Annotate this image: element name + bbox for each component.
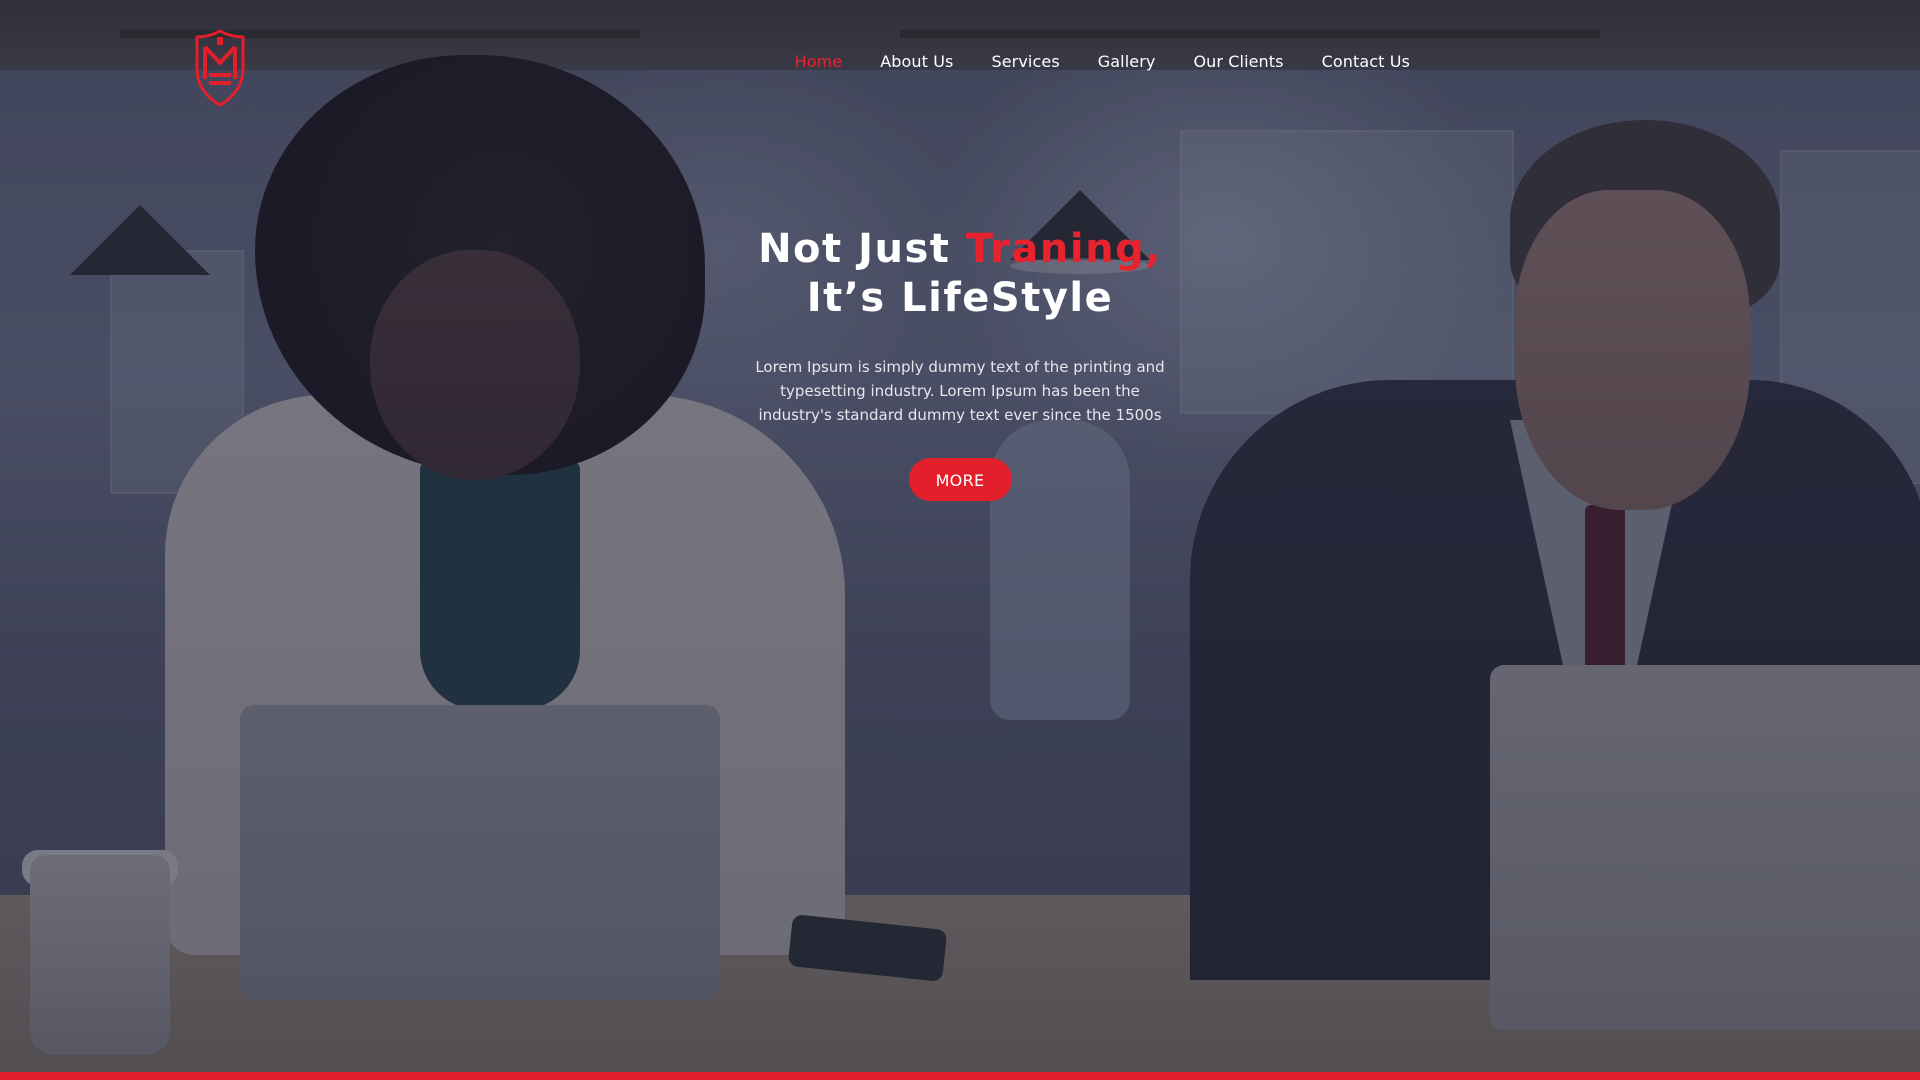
- main-nav: Home About Us Services Gallery Our Clien…: [757, 51, 1410, 73]
- hero-title-line2: It’s LifeStyle: [806, 275, 1114, 321]
- nav-contact-us[interactable]: Contact Us: [1322, 51, 1410, 73]
- shield-crest-logo-icon[interactable]: [193, 29, 247, 107]
- hero-title-part1: Not Just: [758, 226, 966, 272]
- nav-gallery[interactable]: Gallery: [1098, 51, 1156, 73]
- nav-services[interactable]: Services: [991, 51, 1059, 73]
- hero-title: Not Just Traning, It’s LifeStyle: [0, 225, 1920, 323]
- nav-about-us[interactable]: About Us: [880, 51, 953, 73]
- hero-title-accent: Traning,: [965, 226, 1162, 272]
- bottom-accent-bar: [0, 1072, 1920, 1080]
- hero-section: Not Just Traning, It’s LifeStyle Lorem I…: [0, 225, 1920, 501]
- nav-our-clients[interactable]: Our Clients: [1193, 51, 1283, 73]
- more-button[interactable]: MORE: [908, 458, 1012, 501]
- nav-home[interactable]: Home: [795, 51, 843, 73]
- hero-description: Lorem Ipsum is simply dummy text of the …: [755, 358, 1165, 424]
- hero-background: [0, 0, 1920, 1080]
- dark-overlay: [0, 0, 1920, 1080]
